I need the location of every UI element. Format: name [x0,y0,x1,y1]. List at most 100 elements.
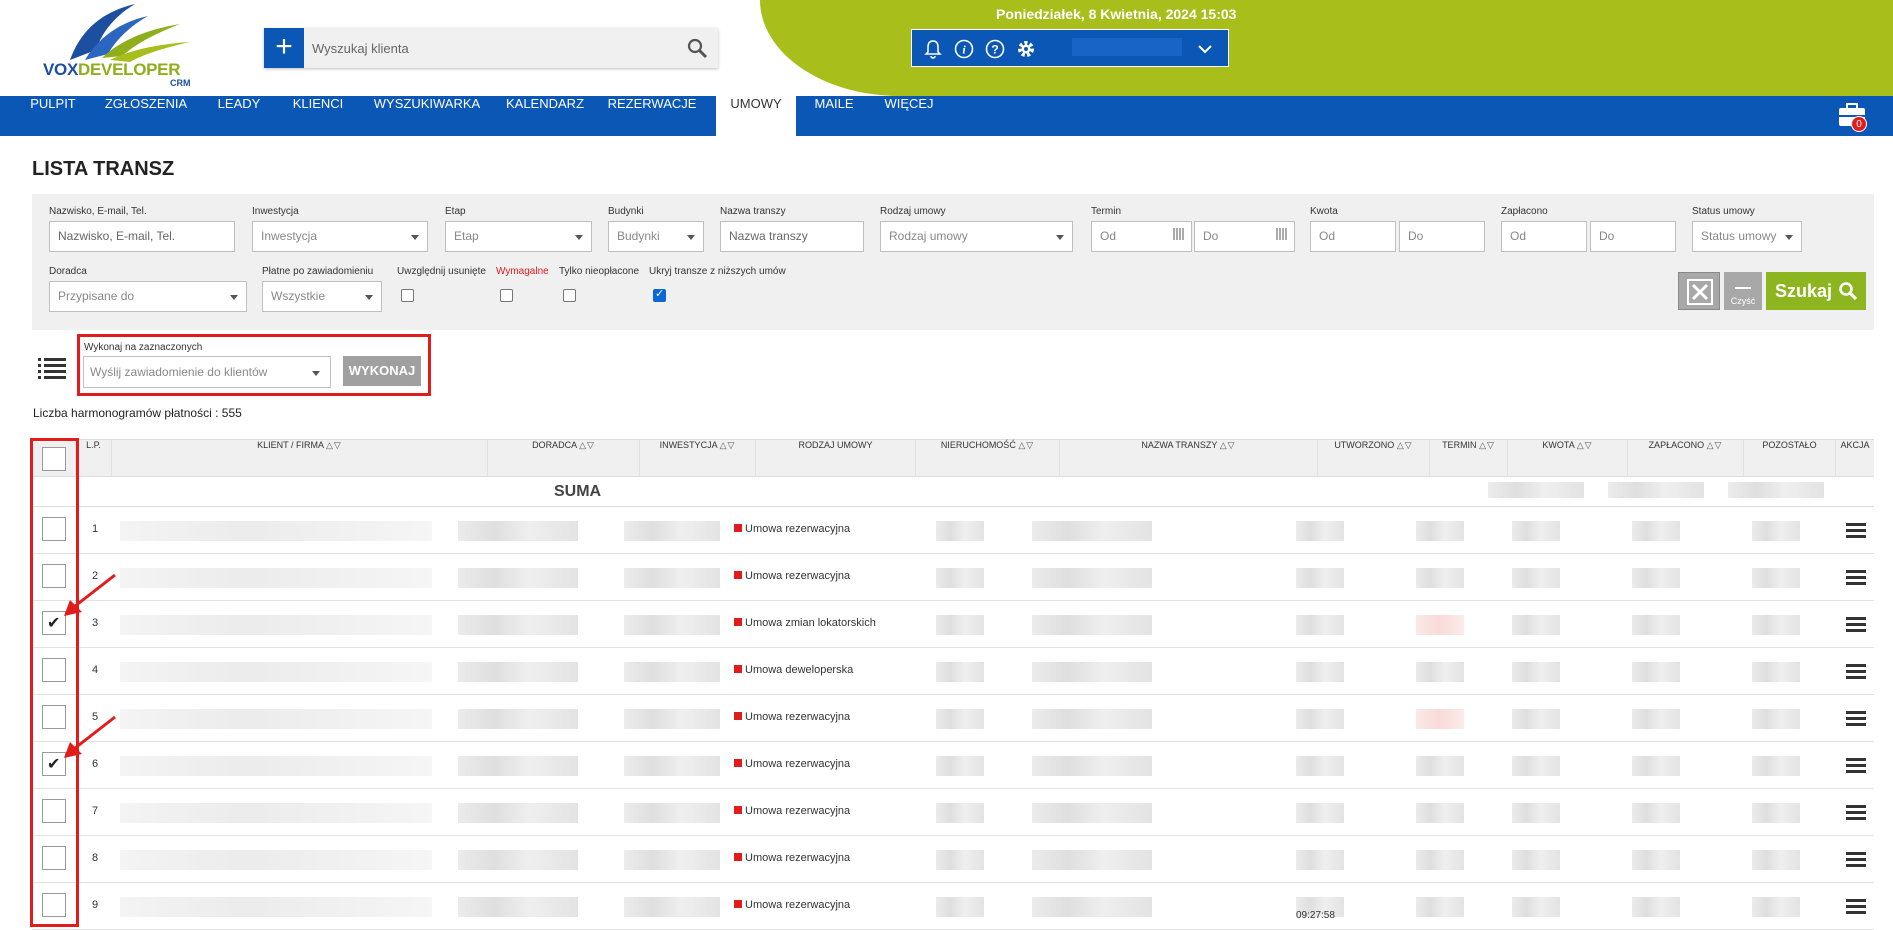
sort-icon[interactable]: △▽ [1220,440,1236,450]
filter-status-select[interactable]: Status umowy [1692,221,1802,252]
row-action-menu-icon[interactable] [1846,805,1866,821]
sort-icon[interactable]: △▽ [579,440,595,450]
filter-rodzaj-select[interactable]: Rodzaj umowy [880,221,1073,252]
row-lp: 7 [92,805,99,817]
execute-bulk-button[interactable]: WYKONAJ [343,356,421,386]
redacted-cell [1512,803,1560,823]
nav-wiecej[interactable]: WIĘCEJ [874,96,944,136]
row-action-menu-icon[interactable] [1846,570,1866,586]
filter-termin-from[interactable]: Od [1091,221,1192,252]
contract-type: Umowa rezerwacyjna [734,570,850,582]
col-doradca[interactable]: DORADCA △▽ [488,440,640,478]
filter-ukryj-label: Ukryj transze z niższych umów [649,266,786,277]
filter-name-input[interactable]: Nazwisko, E-mail, Tel. [49,221,235,252]
col-akcja: AKCJA [1840,440,1870,450]
search-icon[interactable] [686,37,708,59]
redacted-cell [624,850,720,870]
info-icon[interactable]: i [953,38,975,60]
nav-pulpit[interactable]: PULPIT [20,96,86,136]
row-action-menu-icon[interactable] [1846,899,1866,915]
chevron-down-icon[interactable] [1196,40,1214,58]
row-action-menu-icon[interactable] [1846,664,1866,680]
row-action-menu-icon[interactable] [1846,523,1866,539]
export-excel-button[interactable] [1678,272,1720,310]
sort-icon[interactable]: △▽ [326,440,342,450]
nav-maile[interactable]: MAILE [806,96,862,136]
bell-icon[interactable] [922,38,944,60]
search-button[interactable]: Szukaj [1766,272,1866,310]
filter-ukryj-checkbox[interactable] [653,287,666,302]
redacted-cell [1416,850,1464,870]
sort-icon[interactable]: △▽ [1577,440,1593,450]
filter-wymagalne-label: Wymagalne [496,266,549,277]
filter-etap-select[interactable]: Etap [445,221,592,252]
col-nazwa-transzy[interactable]: NAZWA TRANSZY △▽ [1060,440,1318,478]
nav-wyszukiwarka[interactable]: WYSZUKIWARKA [366,96,488,136]
row-action-menu-icon[interactable] [1846,758,1866,774]
redacted-cell [1032,897,1152,917]
row-action-menu-icon[interactable] [1846,617,1866,633]
contract-type: Umowa rezerwacyjna [734,758,850,770]
help-icon[interactable]: ? [984,38,1006,60]
list-view-icon[interactable] [38,356,66,380]
sort-icon[interactable]: △▽ [1707,440,1723,450]
main-nav: PULPIT ZGŁOSZENIA LEADY KLIENCI WYSZUKIW… [0,96,1893,136]
nav-rezerwacje[interactable]: REZERWACJE [602,96,702,136]
col-nieruchomosc-label: NIERUCHOMOŚĆ [940,440,1016,450]
col-nazwa-transzy-label: NAZWA TRANSZY [1141,440,1218,450]
redacted-cell [936,803,984,823]
filter-zaplacono-from[interactable]: Od [1501,221,1587,252]
bulk-action-select[interactable]: Wyślij zawiadomienie do klientów [83,356,331,388]
filter-zaplacono-to[interactable]: Do [1590,221,1676,252]
nav-leady[interactable]: LEADY [208,96,270,136]
redacted-cell [1632,709,1680,729]
redacted-cell [1632,521,1680,541]
col-utworzono[interactable]: UTWORZONO △▽ [1318,440,1430,478]
col-termin[interactable]: TERMIN △▽ [1430,440,1508,478]
sort-icon[interactable]: △▽ [720,440,736,450]
redacted-cell [1512,850,1560,870]
redacted-cell [120,568,432,588]
nav-zgloszenia[interactable]: ZGŁOSZENIA [96,96,196,136]
schedule-count: Liczba harmonogramów płatności : 555 [33,406,242,420]
col-kwota[interactable]: KWOTA △▽ [1508,440,1628,478]
row-action-menu-icon[interactable] [1846,711,1866,727]
nav-klienci[interactable]: KLIENCI [280,96,356,136]
col-zaplacono[interactable]: ZAPŁACONO △▽ [1628,440,1744,478]
redacted-cell [936,662,984,682]
sort-icon[interactable]: △▽ [1018,440,1034,450]
user-name-redacted[interactable] [1072,38,1182,56]
redacted-cell [936,897,984,917]
col-nieruchomosc[interactable]: NIERUCHOMOŚĆ △▽ [916,440,1060,478]
filter-kwota-to[interactable]: Do [1399,221,1485,252]
filter-platne-select[interactable]: Wszystkie [262,281,382,312]
schedule-count-label: Liczba harmonogramów płatności : [33,406,219,420]
clear-filters-button[interactable]: Czyść [1724,272,1762,310]
filter-doradca-select[interactable]: Przypisane do [49,281,247,312]
filter-termin-to[interactable]: Do [1194,221,1295,252]
gear-icon[interactable] [1015,38,1037,60]
redacted-cell [458,662,578,682]
filter-kwota-from[interactable]: Od [1310,221,1396,252]
col-inwestycja[interactable]: INWESTYCJA △▽ [640,440,756,478]
redacted-cell [1512,756,1560,776]
filter-doradca-label: Doradca [49,266,87,277]
filter-wymagalne-checkbox[interactable] [500,289,513,302]
sort-icon[interactable]: △▽ [1397,440,1413,450]
add-client-button[interactable]: + [264,28,304,68]
sort-icon[interactable]: △▽ [1479,440,1495,450]
contract-type: Umowa rezerwacyjna [734,711,850,723]
col-klient[interactable]: KLIENT / FIRMA △▽ [112,440,488,478]
filter-inwestycja-select[interactable]: Inwestycja [252,221,428,252]
filter-nieoplacone-checkbox[interactable] [563,289,576,302]
redacted-cell [1752,521,1800,541]
nav-umowy[interactable]: UMOWY [716,96,796,136]
filter-nazwa-input[interactable]: Nazwa transzy [720,221,864,252]
filter-budynki-select[interactable]: Budynki [608,221,704,252]
nav-kalendarz[interactable]: KALENDARZ [498,96,592,136]
filter-usuniete-checkbox[interactable] [401,289,414,302]
filter-kwota-label: Kwota [1310,206,1338,217]
client-search-input[interactable] [312,34,672,62]
redacted-cell [1632,568,1680,588]
row-action-menu-icon[interactable] [1846,852,1866,868]
